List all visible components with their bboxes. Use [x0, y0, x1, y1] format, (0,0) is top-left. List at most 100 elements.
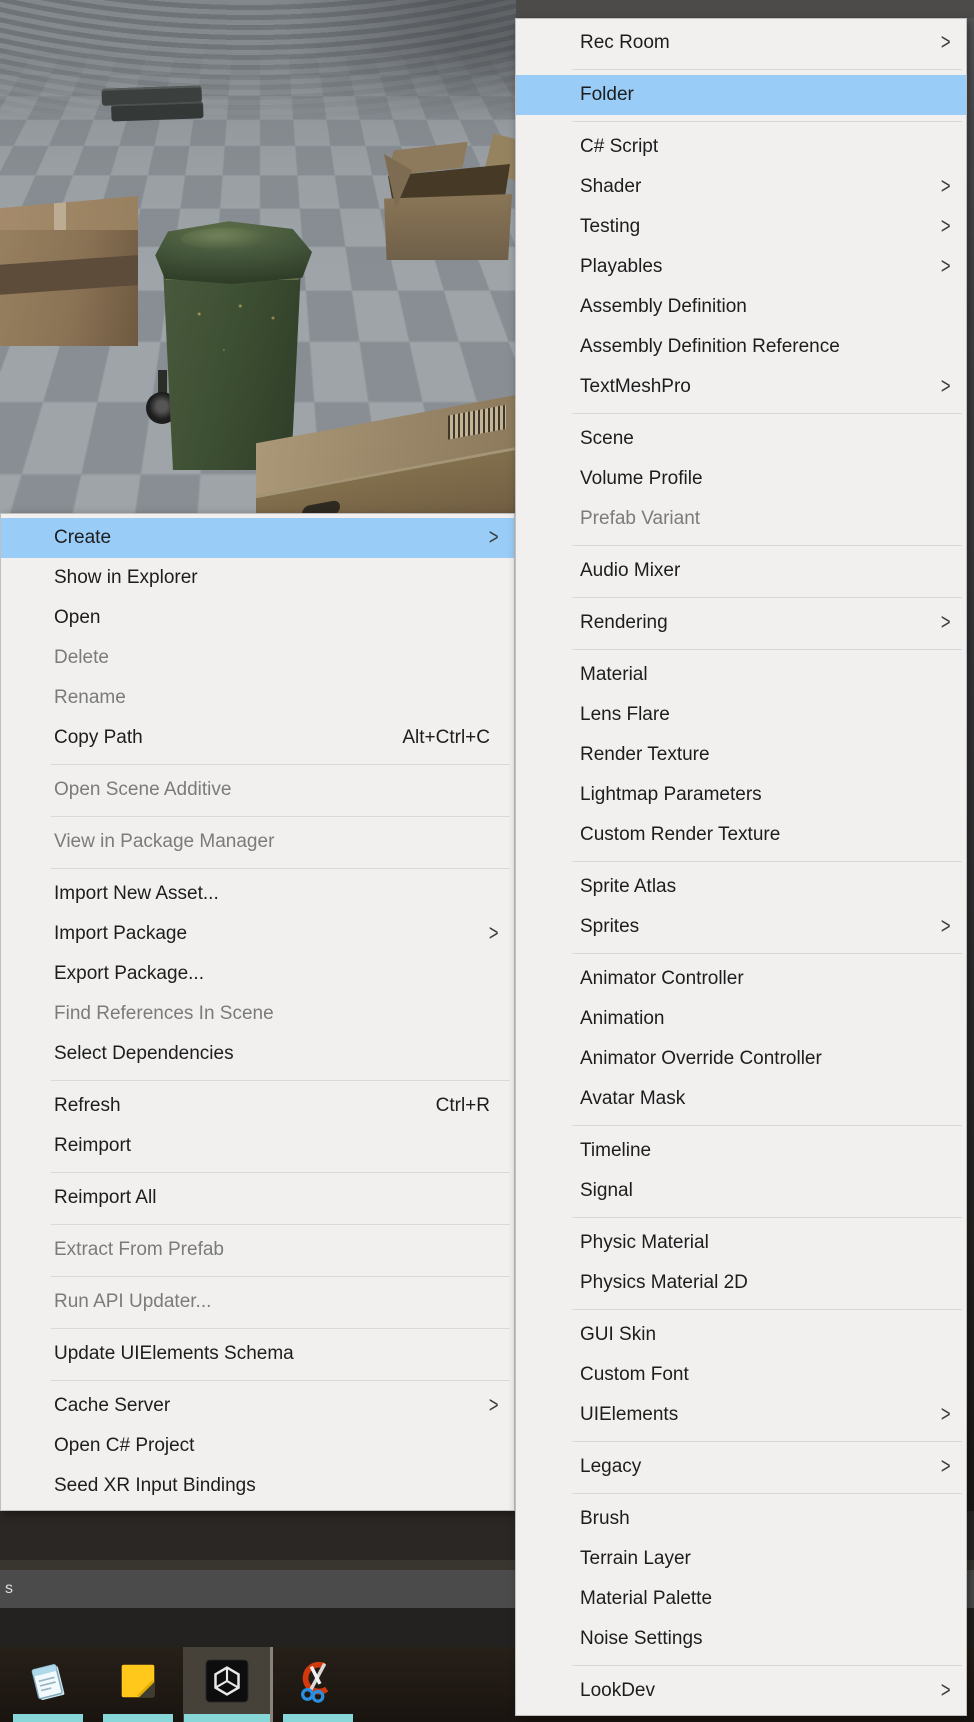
menu-item-testing[interactable]: Testing > — [516, 207, 966, 247]
menu-item-shortcut: Alt+Ctrl+C — [402, 727, 490, 748]
menu-item-textmeshpro[interactable]: TextMeshPro > — [516, 367, 966, 407]
menu-item-label: Audio Mixer — [580, 560, 681, 581]
menu-item-copy-path[interactable]: Copy Path Alt+Ctrl+C — [1, 718, 514, 758]
menu-separator — [51, 1079, 510, 1081]
menu-item-assembly-definition-reference[interactable]: Assembly Definition Reference — [516, 327, 966, 367]
menu-separator — [51, 815, 510, 817]
long-cardboard-box — [256, 395, 516, 513]
menu-item-label: Volume Profile — [580, 468, 703, 489]
menu-item-rec-room[interactable]: Rec Room > — [516, 23, 966, 63]
menu-separator — [572, 860, 962, 862]
menu-item-show-in-explorer[interactable]: Show in Explorer — [1, 558, 514, 598]
menu-separator — [51, 1379, 510, 1381]
menu-item-custom-render-texture[interactable]: Custom Render Texture — [516, 815, 966, 855]
taskbar-button-sticky-notes[interactable] — [93, 1647, 183, 1722]
menu-item-sprite-atlas[interactable]: Sprite Atlas — [516, 867, 966, 907]
menu-item-physic-material[interactable]: Physic Material — [516, 1223, 966, 1263]
menu-item-reimport[interactable]: Reimport — [1, 1126, 514, 1166]
menu-item-label: Seed XR Input Bindings — [54, 1475, 256, 1496]
menu-item-brush[interactable]: Brush — [516, 1499, 966, 1539]
menu-item-label: Import Package — [54, 923, 188, 944]
menu-item-signal[interactable]: Signal — [516, 1171, 966, 1211]
menu-item-create[interactable]: Create > — [1, 518, 514, 558]
horizon-arcs — [0, 0, 516, 130]
menu-item-animation[interactable]: Animation — [516, 999, 966, 1039]
menu-item-cache-server[interactable]: Cache Server > — [1, 1386, 514, 1426]
menu-item-custom-font[interactable]: Custom Font — [516, 1355, 966, 1395]
submenu-arrow-icon: > — [940, 1676, 951, 1703]
menu-item-uielements[interactable]: UIElements > — [516, 1395, 966, 1435]
taskbar-button-unity[interactable] — [183, 1647, 273, 1722]
menu-item-timeline[interactable]: Timeline — [516, 1131, 966, 1171]
menu-item-render-texture[interactable]: Render Texture — [516, 735, 966, 775]
menu-item-assembly-definition[interactable]: Assembly Definition — [516, 287, 966, 327]
menu-item-open-c-project[interactable]: Open C# Project — [1, 1426, 514, 1466]
taskbar-button-notepad[interactable] — [3, 1647, 93, 1722]
menu-item-delete: Delete — [1, 638, 514, 678]
menu-item-label: Noise Settings — [580, 1628, 703, 1649]
menu-item-material-palette[interactable]: Material Palette — [516, 1579, 966, 1619]
menu-item-seed-xr-input-bindings[interactable]: Seed XR Input Bindings — [1, 1466, 514, 1506]
game-view-scene — [0, 0, 516, 513]
menu-item-label: Material Palette — [580, 1588, 713, 1609]
menu-item-terrain-layer[interactable]: Terrain Layer — [516, 1539, 966, 1579]
status-bar-text: s — [5, 1580, 13, 1597]
menu-item-open[interactable]: Open — [1, 598, 514, 638]
menu-item-rendering[interactable]: Rendering > — [516, 603, 966, 643]
menu-item-c-script[interactable]: C# Script — [516, 127, 966, 167]
menu-item-label: Physic Material — [580, 1232, 709, 1253]
menu-separator — [572, 1216, 962, 1218]
menu-item-lightmap-parameters[interactable]: Lightmap Parameters — [516, 775, 966, 815]
menu-item-label: Render Texture — [580, 744, 710, 765]
menu-item-sprites[interactable]: Sprites > — [516, 907, 966, 947]
menu-item-avatar-mask[interactable]: Avatar Mask — [516, 1079, 966, 1119]
menu-item-label: Folder — [580, 84, 634, 105]
menu-item-label: Shader — [580, 176, 642, 197]
menu-item-playables[interactable]: Playables > — [516, 247, 966, 287]
menu-item-physics-material-2d[interactable]: Physics Material 2D — [516, 1263, 966, 1303]
menu-item-label: Open C# Project — [54, 1435, 195, 1456]
menu-separator — [572, 1440, 962, 1442]
menu-item-label: Physics Material 2D — [580, 1272, 748, 1293]
menu-item-label: Rename — [54, 687, 126, 708]
menu-item-reimport-all[interactable]: Reimport All — [1, 1178, 514, 1218]
menu-item-label: Prefab Variant — [580, 508, 701, 529]
menu-item-folder[interactable]: Folder — [516, 75, 966, 115]
box-front — [384, 194, 512, 260]
menu-item-export-package[interactable]: Export Package... — [1, 954, 514, 994]
menu-item-audio-mixer[interactable]: Audio Mixer — [516, 551, 966, 591]
submenu-arrow-icon: > — [488, 1391, 499, 1418]
menu-item-material[interactable]: Material — [516, 655, 966, 695]
submenu-arrow-icon: > — [488, 523, 499, 550]
menu-item-label: Scene — [580, 428, 634, 449]
menu-item-import-new-asset[interactable]: Import New Asset... — [1, 874, 514, 914]
menu-item-animator-override-controller[interactable]: Animator Override Controller — [516, 1039, 966, 1079]
sticky-notes-icon — [115, 1658, 161, 1704]
menu-item-noise-settings[interactable]: Noise Settings — [516, 1619, 966, 1659]
menu-item-lens-flare[interactable]: Lens Flare — [516, 695, 966, 735]
menu-item-label: Custom Font — [580, 1364, 689, 1385]
menu-item-label: Open Scene Additive — [54, 779, 232, 800]
menu-item-select-dependencies[interactable]: Select Dependencies — [1, 1034, 514, 1074]
menu-item-import-package[interactable]: Import Package > — [1, 914, 514, 954]
menu-item-label: Delete — [54, 647, 109, 668]
menu-item-refresh[interactable]: Refresh Ctrl+R — [1, 1086, 514, 1126]
menu-separator — [51, 1275, 510, 1277]
menu-separator — [51, 867, 510, 869]
menu-separator — [572, 120, 962, 122]
menu-item-scene[interactable]: Scene — [516, 419, 966, 459]
menu-item-animator-controller[interactable]: Animator Controller — [516, 959, 966, 999]
menu-item-label: C# Script — [580, 136, 659, 157]
closed-cardboard-box — [0, 196, 138, 346]
taskbar-button-snipping-tool[interactable] — [273, 1647, 363, 1722]
menu-item-shader[interactable]: Shader > — [516, 167, 966, 207]
menu-item-lookdev[interactable]: LookDev > — [516, 1671, 966, 1711]
menu-item-legacy[interactable]: Legacy > — [516, 1447, 966, 1487]
menu-item-label: Timeline — [580, 1140, 652, 1161]
menu-item-label: Show in Explorer — [54, 567, 198, 588]
menu-separator — [51, 1327, 510, 1329]
scene-horizon-band — [516, 0, 974, 18]
menu-item-update-uielements-schema[interactable]: Update UIElements Schema — [1, 1334, 514, 1374]
menu-item-volume-profile[interactable]: Volume Profile — [516, 459, 966, 499]
menu-item-gui-skin[interactable]: GUI Skin — [516, 1315, 966, 1355]
